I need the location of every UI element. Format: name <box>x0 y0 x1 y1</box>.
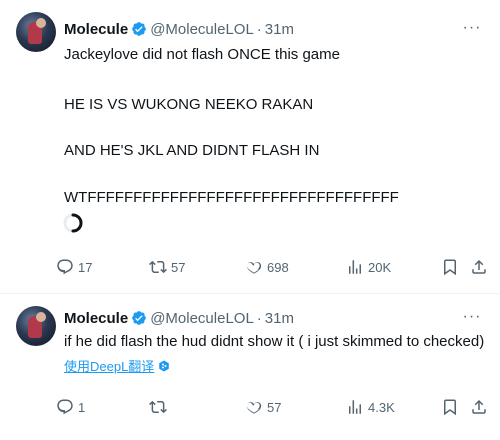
tweet-header: Molecule @MoleculeLOL · 31m <box>64 19 294 39</box>
like-count: 698 <box>267 259 289 275</box>
loading-spinner-icon <box>62 212 84 234</box>
more-icon[interactable]: ··· <box>462 20 482 36</box>
reply-count: 17 <box>78 259 93 275</box>
separator-dot: · <box>256 20 262 38</box>
tweet[interactable]: Molecule @MoleculeLOL · 31m ··· Jackeylo… <box>0 0 500 293</box>
retweet-button[interactable]: 57 <box>149 257 185 277</box>
reply-icon <box>57 259 73 275</box>
timestamp[interactable]: 31m <box>265 310 294 327</box>
translate-link[interactable]: 使用DeepL翻译 <box>64 356 170 375</box>
retweet-icon <box>149 400 167 414</box>
verified-badge-icon <box>131 310 147 326</box>
more-icon[interactable]: ··· <box>462 309 482 325</box>
views-button[interactable]: 20K <box>346 257 391 277</box>
bookmark-icon <box>444 259 456 276</box>
timestamp[interactable]: 31m <box>265 21 294 38</box>
like-button[interactable]: 57 <box>245 397 281 417</box>
author-name[interactable]: Molecule <box>64 310 128 327</box>
author-handle[interactable]: @MoleculeLOL <box>150 21 254 38</box>
views-count: 20K <box>368 259 392 275</box>
share-icon <box>472 399 486 414</box>
retweet-count: 57 <box>171 259 186 275</box>
avatar[interactable] <box>16 12 56 52</box>
tweet-actions: 17 57 698 20K <box>56 257 486 277</box>
verified-badge-icon <box>131 21 147 37</box>
translate-label[interactable]: 使用DeepL翻译 <box>64 356 154 375</box>
reply-count: 1 <box>78 399 86 415</box>
views-button[interactable]: 4.3K <box>346 397 395 417</box>
reply-button[interactable]: 1 <box>56 397 85 417</box>
deepl-icon <box>158 360 170 372</box>
retweet-button[interactable] <box>149 397 171 417</box>
reply-button[interactable]: 17 <box>56 257 92 277</box>
heart-icon <box>246 262 262 274</box>
tweet[interactable]: Molecule @MoleculeLOL · 31m ··· if he di… <box>0 293 500 440</box>
tweet-actions: 1 57 4.3K <box>56 397 486 417</box>
author-handle[interactable]: @MoleculeLOL <box>150 310 254 327</box>
like-count: 57 <box>267 399 282 415</box>
tweet-text-line: if he did flash the hud didnt show it ( … <box>64 333 485 350</box>
author-name[interactable]: Molecule <box>64 21 128 38</box>
bookmark-button[interactable] <box>441 397 459 417</box>
avatar-figure-head <box>36 18 46 28</box>
separator-dot: · <box>256 309 262 327</box>
tweet-text-line: WTFFFFFFFFFFFFFFFFFFFFFFFFFFFFFFFFFF <box>64 189 399 206</box>
avatar[interactable] <box>16 306 56 346</box>
tweet-text-line: Jackeylove did not flash ONCE this game <box>64 46 340 63</box>
avatar-figure-head <box>36 312 46 322</box>
heart-icon <box>246 402 262 414</box>
reply-icon <box>57 399 73 415</box>
tweet-header: Molecule @MoleculeLOL · 31m <box>64 308 294 328</box>
tweet-text-line: HE IS VS WUKONG NEEKO RAKAN <box>64 96 314 113</box>
share-button[interactable] <box>470 397 488 417</box>
bookmark-icon <box>444 399 456 416</box>
share-button[interactable] <box>470 257 488 277</box>
retweet-icon <box>149 260 167 274</box>
bookmark-button[interactable] <box>441 257 459 277</box>
views-icon <box>349 400 361 414</box>
share-icon <box>472 259 486 274</box>
like-button[interactable]: 698 <box>245 257 289 277</box>
tweet-text-line: AND HE'S JKL AND DIDNT FLASH IN <box>64 142 320 159</box>
views-icon <box>349 260 361 274</box>
views-count: 4.3K <box>368 399 395 415</box>
